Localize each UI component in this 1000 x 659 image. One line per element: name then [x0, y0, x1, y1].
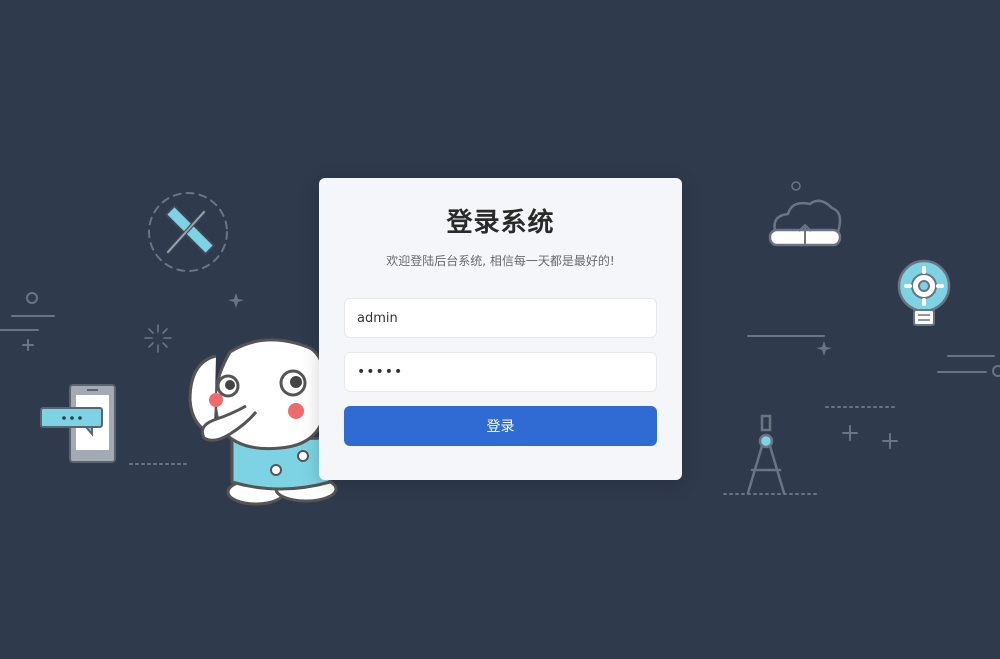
ruler-pencil-icon — [148, 192, 228, 272]
sparkle-icon — [228, 293, 244, 308]
login-title: 登录系统 — [446, 208, 555, 238]
lightbulb-gear-icon — [897, 259, 951, 326]
plus-icon — [882, 433, 898, 449]
sun-icon — [791, 181, 801, 191]
sun-burst-icon — [144, 324, 172, 353]
login-subtitle: 欢迎登陆后台系统, 相信每一天都是最好的! — [386, 254, 615, 268]
plus-icon — [842, 425, 858, 441]
username-input[interactable] — [344, 298, 657, 338]
password-input[interactable] — [344, 352, 657, 392]
circle-decoration-icon — [26, 292, 38, 304]
sparkle-icon — [816, 341, 832, 356]
elephant-mascot-illustration — [188, 338, 338, 506]
cloud-upload-icon — [768, 199, 842, 247]
login-page: 登录系统 欢迎登陆后台系统, 相信每一天都是最好的! 登录 — [0, 0, 1000, 659]
phone-chat-icon — [40, 384, 116, 463]
login-card: 登录系统 欢迎登陆后台系统, 相信每一天都是最好的! 登录 — [319, 178, 682, 480]
compass-icon — [746, 414, 786, 495]
login-button[interactable]: 登录 — [344, 406, 657, 446]
